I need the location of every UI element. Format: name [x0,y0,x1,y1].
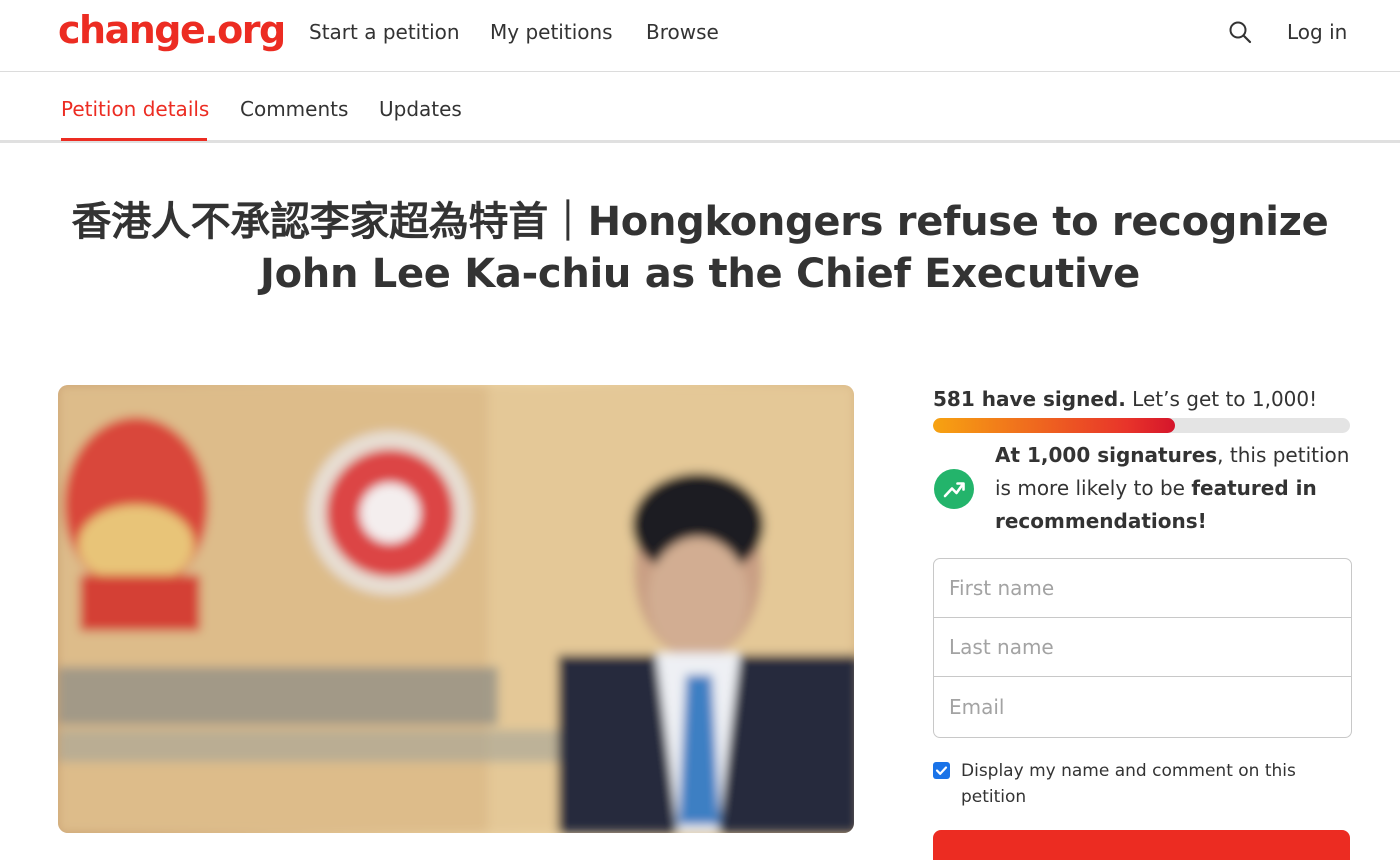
milestone-message: At 1,000 signatures, this petition is mo… [995,439,1355,538]
signature-form [933,558,1352,738]
last-name-input[interactable] [934,618,1351,677]
petition-title: 香港人不承認李家超為特首｜Hongkongers refuse to recog… [40,196,1360,300]
petition-title-line-2: John Lee Ka-chiu as the Chief Executive [260,251,1140,297]
email-input[interactable] [934,677,1351,736]
signature-progress-bar [933,418,1350,433]
login-link[interactable]: Log in [1287,20,1347,44]
tab-updates[interactable]: Updates [379,97,462,121]
tab-comments[interactable]: Comments [240,97,348,121]
nav-browse[interactable]: Browse [646,20,719,44]
first-name-input[interactable] [934,559,1351,618]
active-tab-indicator [61,138,207,141]
trending-up-icon [934,469,974,509]
petition-image [58,385,854,833]
signature-goal: Let’s get to 1,000! [1132,387,1318,411]
milestone-bold: At 1,000 signatures [995,443,1218,467]
petition-tabs: Petition details Comments Updates [0,72,1400,143]
signature-count: 581 have signed. Let’s get to 1,000! [933,387,1317,411]
top-navigation: change.org Start a petition My petitions… [0,0,1400,72]
signature-progress-fill [933,418,1176,433]
sign-petition-button[interactable] [933,830,1350,860]
search-icon[interactable] [1228,20,1252,44]
checkbox-checked-icon[interactable] [933,762,950,779]
display-name-label[interactable]: Display my name and comment on this peti… [961,758,1321,810]
nav-my-petitions[interactable]: My petitions [490,20,613,44]
tab-petition-details[interactable]: Petition details [61,97,209,121]
signature-count-bold: 581 have signed. [933,387,1126,411]
petition-title-line-1: 香港人不承認李家超為特首｜Hongkongers refuse to recog… [71,199,1329,245]
nav-start-petition[interactable]: Start a petition [309,20,460,44]
change-org-logo[interactable]: change.org [58,8,286,52]
